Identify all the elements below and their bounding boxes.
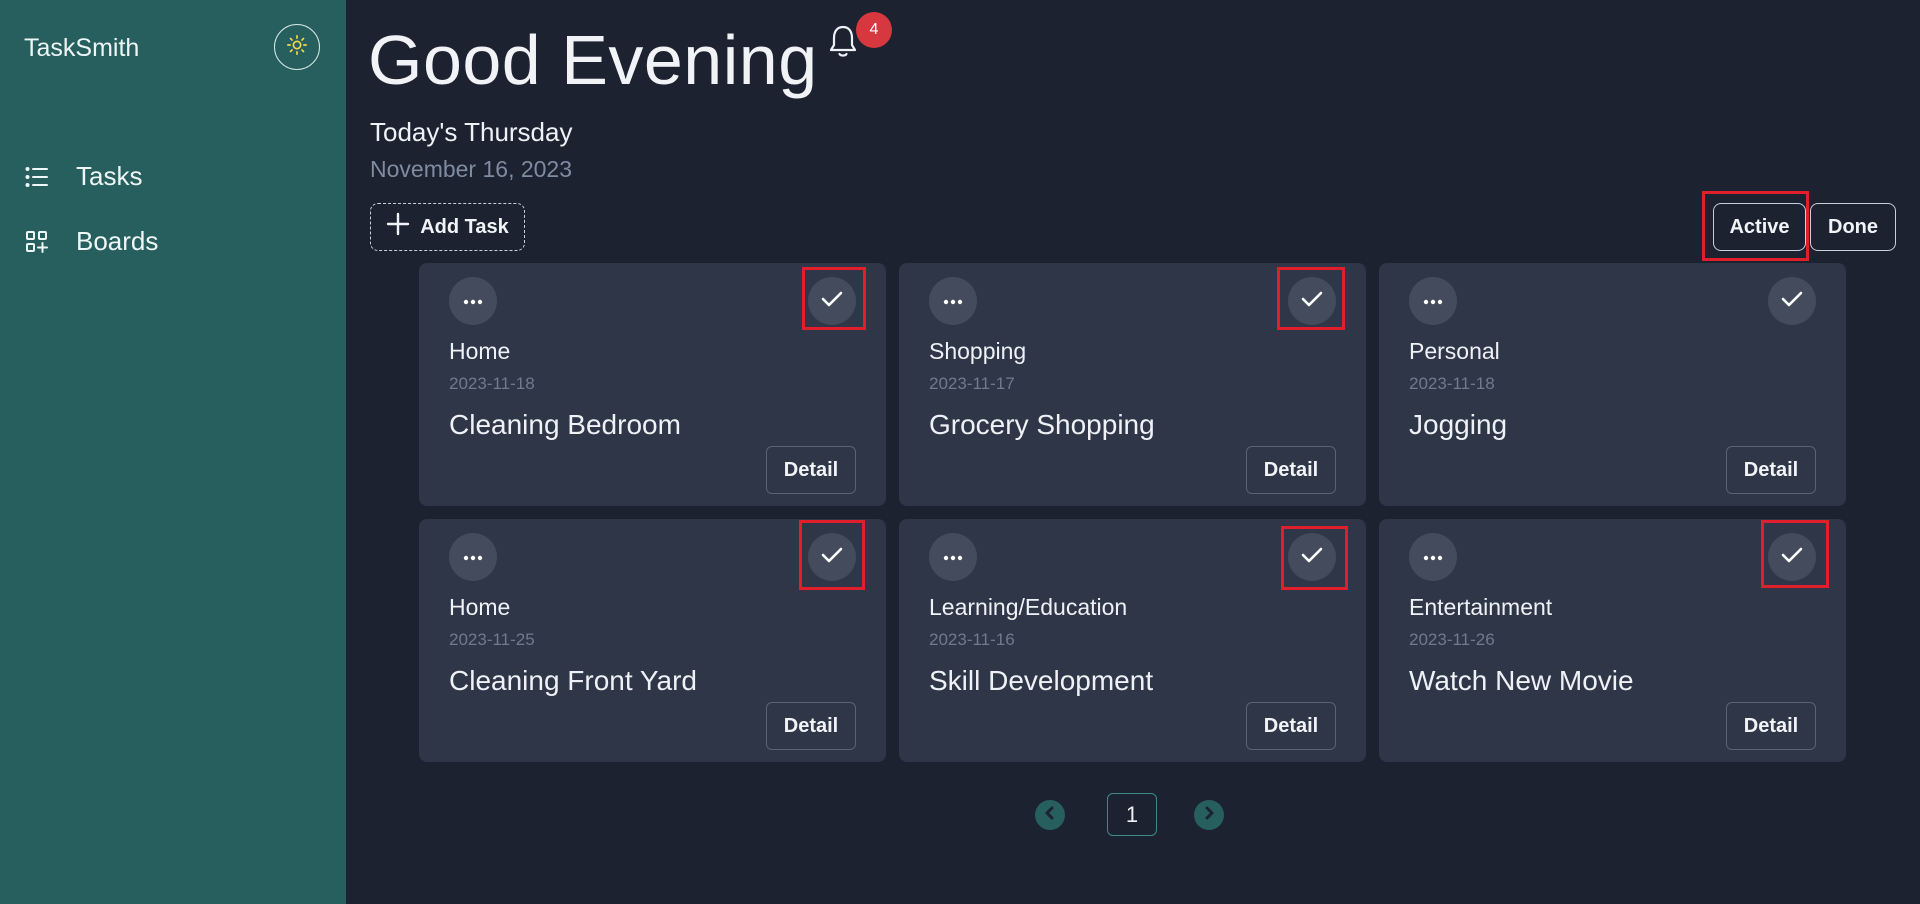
complete-task-button[interactable] bbox=[1768, 533, 1816, 581]
notification-count-badge: 4 bbox=[856, 12, 892, 48]
greeting-title: Good Evening bbox=[368, 21, 818, 99]
task-card: Learning/Education 2023-11-16 Skill Deve… bbox=[899, 519, 1366, 762]
sun-icon bbox=[286, 34, 308, 61]
task-date: 2023-11-16 bbox=[929, 630, 1015, 649]
chevron-left-icon bbox=[1043, 806, 1057, 825]
detail-button[interactable]: Detail bbox=[1246, 446, 1336, 494]
filter-active-button[interactable]: Active bbox=[1713, 203, 1806, 251]
task-card: Shopping 2023-11-17 Grocery Shopping Det… bbox=[899, 263, 1366, 506]
detail-button[interactable]: Detail bbox=[1726, 702, 1816, 750]
filter-done-button[interactable]: Done bbox=[1810, 203, 1896, 251]
detail-button[interactable]: Detail bbox=[1726, 446, 1816, 494]
complete-task-button[interactable] bbox=[808, 533, 856, 581]
ellipsis-icon bbox=[463, 548, 483, 566]
ellipsis-icon bbox=[1423, 548, 1443, 566]
check-icon bbox=[1781, 290, 1803, 313]
ellipsis-icon bbox=[943, 292, 963, 310]
task-title: Cleaning Front Yard bbox=[449, 665, 697, 696]
complete-task-button[interactable] bbox=[1288, 533, 1336, 581]
task-category: Entertainment bbox=[1409, 594, 1553, 620]
check-icon bbox=[821, 546, 843, 569]
more-options-button[interactable] bbox=[449, 277, 497, 325]
task-title: Cleaning Bedroom bbox=[449, 409, 681, 440]
detail-button[interactable]: Detail bbox=[1246, 702, 1336, 750]
task-card: Home 2023-11-25 Cleaning Front Yard Deta… bbox=[419, 519, 886, 762]
sidebar-item-boards[interactable]: Boards bbox=[24, 226, 158, 257]
more-options-button[interactable] bbox=[929, 533, 977, 581]
check-icon bbox=[821, 290, 843, 313]
task-date: 2023-11-25 bbox=[449, 630, 535, 649]
page-number-button[interactable]: 1 bbox=[1107, 793, 1157, 836]
task-title: Skill Development bbox=[929, 665, 1154, 696]
complete-task-button[interactable] bbox=[1288, 277, 1336, 325]
task-card: Personal 2023-11-18 Jogging Detail bbox=[1379, 263, 1846, 506]
complete-task-button[interactable] bbox=[1768, 277, 1816, 325]
more-options-button[interactable] bbox=[1409, 533, 1457, 581]
task-date: 2023-11-18 bbox=[1409, 374, 1495, 393]
list-icon bbox=[24, 164, 50, 190]
task-category: Personal bbox=[1409, 338, 1500, 364]
sidebar-item-label: Boards bbox=[76, 226, 159, 256]
previous-page-button[interactable] bbox=[1035, 800, 1065, 830]
task-category: Learning/Education bbox=[929, 594, 1128, 620]
detail-button[interactable]: Detail bbox=[766, 446, 856, 494]
detail-button[interactable]: Detail bbox=[766, 702, 856, 750]
ellipsis-icon bbox=[463, 292, 483, 310]
task-category: Home bbox=[449, 594, 511, 620]
task-category: Home bbox=[449, 338, 511, 364]
task-title: Watch New Movie bbox=[1409, 665, 1634, 696]
day-label: Today's Thursday bbox=[370, 117, 573, 147]
boards-icon bbox=[24, 229, 50, 255]
theme-toggle-button[interactable] bbox=[274, 24, 320, 70]
app-brand: TaskSmith bbox=[24, 34, 140, 62]
date-label: November 16, 2023 bbox=[370, 156, 573, 182]
task-card: Home 2023-11-18 Cleaning Bedroom Detail bbox=[419, 263, 886, 506]
complete-task-button[interactable] bbox=[808, 277, 856, 325]
task-category: Shopping bbox=[929, 338, 1027, 364]
task-title: Grocery Shopping bbox=[929, 409, 1155, 440]
sidebar-item-tasks[interactable]: Tasks bbox=[24, 161, 142, 192]
check-icon bbox=[1301, 546, 1323, 569]
notification-bell-icon[interactable] bbox=[827, 24, 859, 60]
check-icon bbox=[1301, 290, 1323, 313]
sidebar: TaskSmith Tasks Boards bbox=[0, 0, 346, 904]
check-icon bbox=[1781, 546, 1803, 569]
chevron-right-icon bbox=[1202, 806, 1216, 825]
ellipsis-icon bbox=[1423, 292, 1443, 310]
next-page-button[interactable] bbox=[1194, 800, 1224, 830]
add-task-label: Add Task bbox=[420, 215, 509, 238]
plus-icon bbox=[386, 212, 410, 242]
task-date: 2023-11-26 bbox=[1409, 630, 1495, 649]
task-date: 2023-11-18 bbox=[449, 374, 535, 393]
task-card: Entertainment 2023-11-26 Watch New Movie… bbox=[1379, 519, 1846, 762]
task-title: Jogging bbox=[1409, 409, 1508, 440]
more-options-button[interactable] bbox=[1409, 277, 1457, 325]
more-options-button[interactable] bbox=[449, 533, 497, 581]
ellipsis-icon bbox=[943, 548, 963, 566]
task-date: 2023-11-17 bbox=[929, 374, 1015, 393]
more-options-button[interactable] bbox=[929, 277, 977, 325]
sidebar-item-label: Tasks bbox=[76, 161, 143, 191]
add-task-button[interactable]: Add Task bbox=[370, 203, 525, 251]
